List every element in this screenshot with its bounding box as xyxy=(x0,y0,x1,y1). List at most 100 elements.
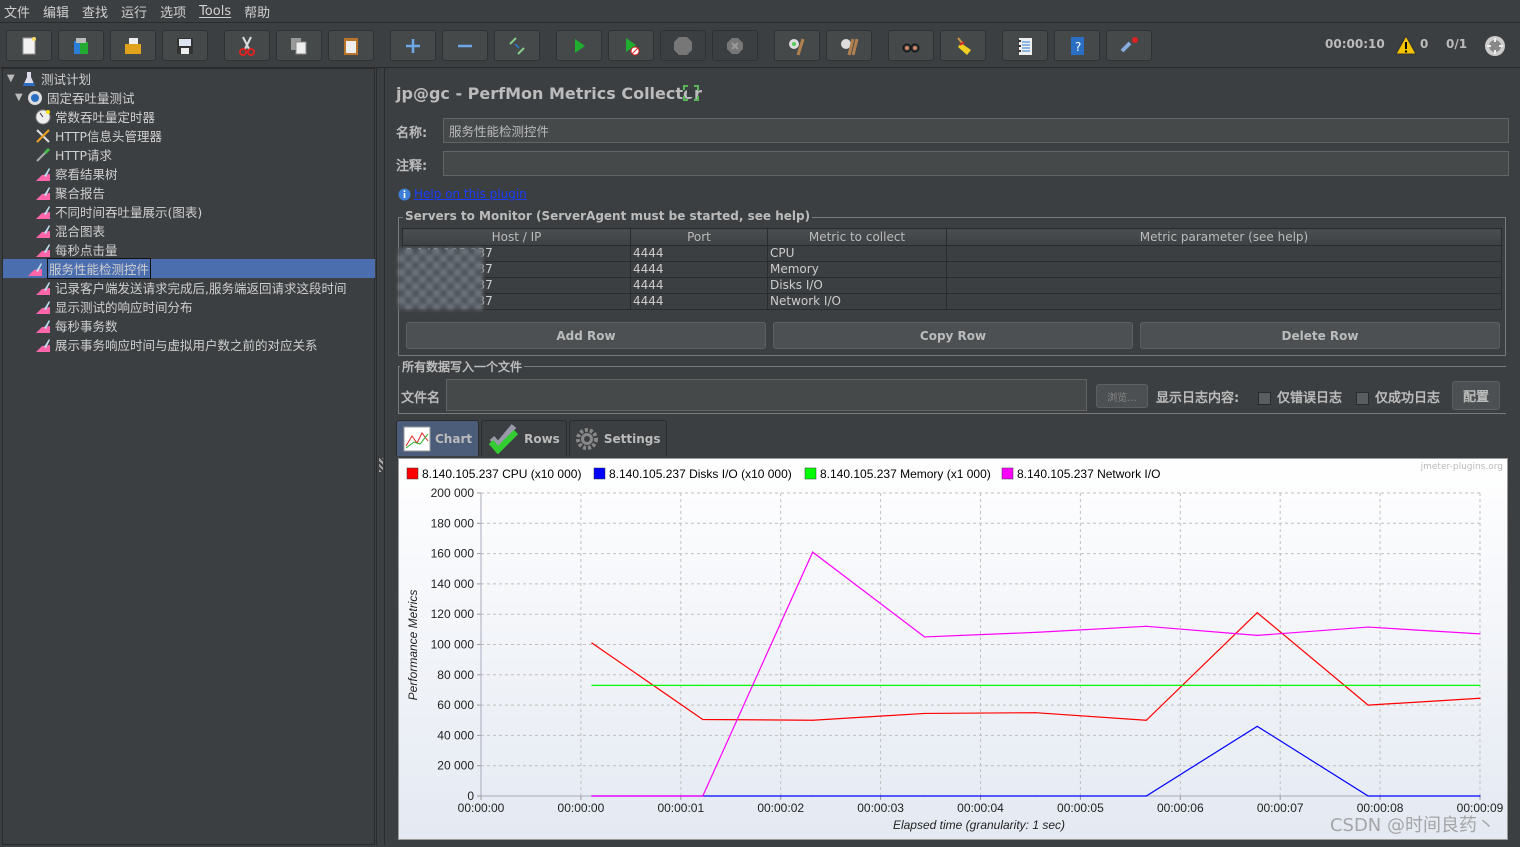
column-header-param[interactable]: Metric parameter (see help) xyxy=(946,228,1502,246)
warning-icon[interactable] xyxy=(1395,35,1417,55)
name-input[interactable] xyxy=(443,118,1509,143)
add-row-button[interactable]: Add Row xyxy=(406,322,766,349)
play-icon xyxy=(575,38,585,53)
errors-only-option: 仅错误日志 xyxy=(1258,387,1342,406)
save-button[interactable] xyxy=(162,30,208,61)
tree-node[interactable]: 不同时间吞吐量展示(图表) xyxy=(35,202,202,221)
cell-port[interactable]: 4444 xyxy=(630,277,768,294)
start-no-pauses-button[interactable] xyxy=(608,30,654,61)
table-row[interactable]: 8.140.105.2374444Memory xyxy=(402,261,1502,278)
stop-button[interactable] xyxy=(660,30,706,61)
tree-node-test-plan[interactable]: 测试计划 xyxy=(21,69,91,88)
table-row[interactable]: 8.140.105.2374444CPU xyxy=(402,245,1502,262)
y-tick-label: 60 000 xyxy=(437,698,474,712)
help-link[interactable]: Help on this plugin xyxy=(414,187,527,201)
toggle-button[interactable] xyxy=(494,30,540,61)
function-helper-button[interactable] xyxy=(1002,30,1048,61)
errors-only-label: 仅错误日志 xyxy=(1277,391,1343,406)
cell-param[interactable] xyxy=(946,245,1502,262)
tree-node-thread-group[interactable]: 固定吞吐量测试 xyxy=(27,88,135,107)
cut-button[interactable] xyxy=(224,30,270,61)
cell-port[interactable]: 4444 xyxy=(630,293,768,310)
x-tick-label: 00:00:06 xyxy=(1157,801,1204,815)
collapse-all-button[interactable] xyxy=(442,30,488,61)
cell-metric[interactable]: Disks I/O xyxy=(767,277,947,294)
configure-button[interactable]: 配置 xyxy=(1452,381,1500,410)
cell-port[interactable]: 4444 xyxy=(630,261,768,278)
reset-search-button[interactable] xyxy=(940,30,986,61)
menu-tools[interactable]: Tools xyxy=(199,4,231,19)
tree-node[interactable]: HTTP请求 xyxy=(35,145,112,164)
tree-node[interactable]: 聚合报告 xyxy=(35,183,105,202)
table-row[interactable]: 8.140.105.2374444Disks I/O xyxy=(402,277,1502,294)
cell-metric[interactable]: Network I/O xyxy=(767,293,947,310)
copy-row-button[interactable]: Copy Row xyxy=(773,322,1133,349)
paste-button[interactable] xyxy=(328,30,374,61)
collapse-toggle-icon[interactable]: ▼ xyxy=(15,92,23,103)
maximize-icon[interactable] xyxy=(683,85,699,101)
clear-button[interactable] xyxy=(774,30,820,61)
cell-metric[interactable]: CPU xyxy=(767,245,947,262)
table-row[interactable]: 8.140.105.2374444Network I/O xyxy=(402,293,1502,310)
collapse-toggle-icon[interactable]: ▼ xyxy=(7,73,15,84)
menu-run[interactable]: 运行 xyxy=(121,2,147,21)
search-button[interactable] xyxy=(888,30,934,61)
tree-node[interactable]: 察看结果树 xyxy=(35,164,118,183)
remote-status-icon[interactable] xyxy=(1484,35,1506,57)
menu-options[interactable]: 选项 xyxy=(160,2,186,21)
tree-node[interactable]: 每秒事务数 xyxy=(35,316,118,335)
cell-param[interactable] xyxy=(946,277,1502,294)
tree-node[interactable]: 服务性能检测控件 xyxy=(3,258,375,279)
data-point xyxy=(702,718,704,721)
remote-button[interactable] xyxy=(1106,30,1152,61)
expand-all-button[interactable] xyxy=(390,30,436,61)
tree-node[interactable]: 混合图表 xyxy=(35,221,105,240)
y-tick-label: 160 000 xyxy=(431,547,475,561)
tree-node[interactable]: 常数吞吐量定时器 xyxy=(35,107,155,126)
delete-row-button[interactable]: Delete Row xyxy=(1140,322,1500,349)
elapsed-time: 00:00:10 xyxy=(1325,37,1385,51)
column-header-host[interactable]: Host / IP xyxy=(402,228,631,246)
menu-help[interactable]: 帮助 xyxy=(244,2,270,21)
clear-all-button[interactable] xyxy=(826,30,872,61)
data-point xyxy=(702,795,704,797)
column-header-port[interactable]: Port xyxy=(630,228,768,246)
listener-icon xyxy=(35,337,51,353)
copy-button[interactable] xyxy=(276,30,322,61)
tree-node[interactable]: 显示测试的响应时间分布 xyxy=(35,297,193,316)
shutdown-button[interactable] xyxy=(712,30,758,61)
clear-all-icon xyxy=(841,38,859,55)
tab-rows[interactable]: Rows xyxy=(481,420,567,456)
split-pane-divider[interactable] xyxy=(376,68,385,845)
comment-input[interactable] xyxy=(443,151,1509,176)
tab-chart[interactable]: Chart xyxy=(396,420,480,456)
cell-param[interactable] xyxy=(946,293,1502,310)
tab-rows-label: Rows xyxy=(524,431,560,446)
column-header-metric[interactable]: Metric to collect xyxy=(767,228,947,246)
tree-node[interactable]: HTTP信息头管理器 xyxy=(35,126,162,145)
filename-input[interactable] xyxy=(446,379,1087,411)
templates-button[interactable] xyxy=(58,30,104,61)
tree-node[interactable]: 每秒点击量 xyxy=(35,240,118,259)
open-button[interactable] xyxy=(110,30,156,61)
menu-search[interactable]: 查找 xyxy=(82,2,108,21)
binoculars-icon xyxy=(902,43,920,52)
menu-edit[interactable]: 编辑 xyxy=(43,2,69,21)
tree-node[interactable]: 记录客户端发送请求完成后,服务端返回请求这段时间 xyxy=(35,278,346,297)
success-only-checkbox[interactable] xyxy=(1356,392,1369,405)
new-button[interactable] xyxy=(6,30,52,61)
menu-file[interactable]: 文件 xyxy=(4,2,30,21)
browse-button[interactable]: 浏览... xyxy=(1096,384,1148,408)
tree-node[interactable]: 展示事务响应时间与虚拟用户数之前的对应关系 xyxy=(35,335,318,354)
cell-metric[interactable]: Memory xyxy=(767,261,947,278)
y-tick-label: 120 000 xyxy=(431,607,475,621)
cut-icon xyxy=(239,36,255,56)
errors-only-checkbox[interactable] xyxy=(1258,392,1271,405)
cell-param[interactable] xyxy=(946,261,1502,278)
cell-port[interactable]: 4444 xyxy=(630,245,768,262)
legend-swatch xyxy=(593,467,606,480)
help-button[interactable]: ? xyxy=(1054,30,1100,61)
tab-settings[interactable]: Settings xyxy=(568,420,668,456)
start-button[interactable] xyxy=(556,30,602,61)
y-tick-label: 40 000 xyxy=(437,728,474,742)
